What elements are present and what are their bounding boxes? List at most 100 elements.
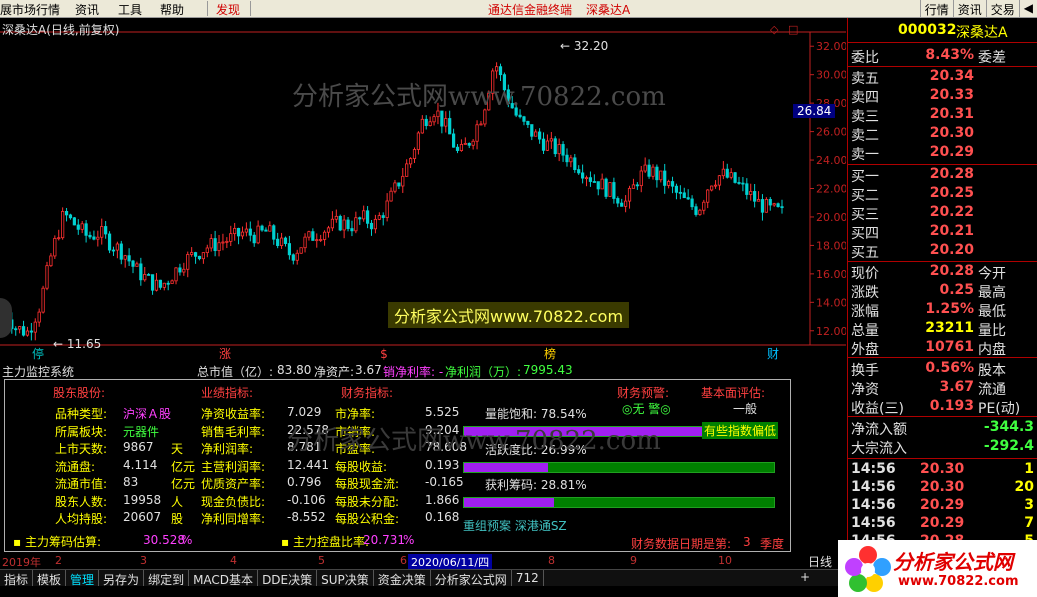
bid-row[interactable]: 买四 20.21 [848,223,1037,242]
main-chip-label: ▪ 主力筹码估算: [13,535,101,549]
flow-row[interactable]: 净流入额 -344.3 [848,419,1037,438]
x-period-label: 3 [140,554,147,567]
stock-row-unit: 人 [171,494,184,509]
candle-up [334,215,338,220]
stat-row[interactable]: 涨幅 1.25% 最低 [848,301,1037,320]
candle-down [760,199,765,213]
ask-row[interactable]: 卖三 20.31 [848,106,1037,125]
candle-down [311,231,315,241]
news-button[interactable]: 资讯 [952,0,986,18]
finance-row-label: 每股未分配: [335,494,400,509]
candle-down [577,169,581,174]
tick-time: 14:56 [851,497,896,513]
period-selector[interactable]: 日线 [808,553,832,570]
ask-row[interactable]: 卖四 20.33 [848,87,1037,106]
tab-macd[interactable]: MACD基本 [189,570,259,587]
chart-options-icon[interactable]: ◇ [770,23,778,36]
candle-down [440,110,444,127]
candle-up [401,175,405,187]
chart-title: 深桑达A(日线,前复权) [2,23,120,37]
stat-row[interactable]: 涨跌 0.25 最高 [848,282,1037,301]
candle-down [526,120,530,125]
share-row[interactable]: 净资 3.67 流通 [848,379,1037,398]
tab-fund[interactable]: 资金决策 [374,570,431,587]
candle-up [667,181,671,186]
menu-tools[interactable]: 工具 [118,1,142,18]
candle-up [639,170,643,187]
candle-up [764,199,768,213]
tick-price: 20.30 [920,461,965,477]
candle-down [616,198,620,204]
candle-down [530,124,534,137]
bid-row[interactable]: 买二 20.25 [848,185,1037,204]
candle-up [706,189,710,203]
header-business: 业绩指标: [201,386,254,400]
chart-expand-icon[interactable]: □ [788,23,798,36]
tab-712[interactable]: 712 [512,570,544,586]
tick-time: 14:56 [851,479,896,495]
event-marker: $ [380,347,388,361]
bid-row[interactable]: 买一 20.28 [848,166,1037,185]
candle-up [432,116,436,123]
tab-formula-site[interactable]: 分析家公式网 [431,570,512,587]
stat-row[interactable]: 现价 20.28 今开 [848,263,1037,282]
flow-row[interactable]: 大宗流入 -292.4 [848,438,1037,457]
trade-button[interactable]: 交易 [985,0,1019,18]
minimize-icon[interactable]: ◀ [1018,0,1037,18]
candle-down [768,199,772,206]
kline-chart-panel[interactable]: 32.0030.0028.0026.0024.0022.0020.0018.00… [0,18,846,362]
quote-button[interactable]: 行情 [919,0,953,18]
candle-down [604,178,608,197]
tab-manage[interactable]: 管理 [66,570,100,587]
date-axis[interactable]: 2019年2345672020/06/11/四8910 [0,554,846,570]
y-tick-label: 20.00 [816,211,846,224]
tick-volume: 1 [1024,461,1034,477]
candle-up [240,231,245,237]
candle-up [256,225,260,244]
candle-down [733,172,737,183]
menu-market[interactable]: 展市场行情 [0,1,60,18]
share-row[interactable]: 收益(三) 0.193 PE(动) [848,398,1037,417]
stat-row[interactable]: 外盘 10761 内盘 [848,339,1037,358]
ask-row[interactable]: 卖二 20.30 [848,125,1037,144]
x-period-label: 2020/06/11/四 [408,554,493,570]
finance-row-value: 0.168 [425,510,460,524]
tab-save-as[interactable]: 另存为 [99,570,145,587]
candle-up [471,140,475,146]
add-icon[interactable]: + [800,570,810,584]
tick-price: 20.30 [920,479,965,495]
tab-bind-to[interactable]: 绑定到 [144,570,190,587]
bid-row-label: 买五 [851,245,879,261]
candle-up [299,247,303,254]
report-label: 财务数据日期是第: [631,537,732,551]
candle-up [135,263,139,267]
ask-row[interactable]: 卖五 20.34 [848,68,1037,87]
stat-row-value: 10761 [925,339,974,355]
tab-template[interactable]: 模板 [33,570,67,587]
candle-up [545,140,550,151]
stat-row-value: 20.28 [929,263,974,279]
menu-news[interactable]: 资讯 [75,1,99,18]
site-ad[interactable]: 分析家公式网 www.70822.com [838,540,1037,597]
tab-dde[interactable]: DDE决策 [258,570,318,587]
business-row-label: 优质资产率: [201,477,266,491]
candle-up [713,184,718,187]
stat-row[interactable]: 总量 23211 量比 [848,320,1037,339]
tab-indicator[interactable]: 指标 [0,570,34,587]
candle-down [119,243,123,260]
bid-row[interactable]: 买三 20.22 [848,204,1037,223]
candle-up [549,138,553,142]
tab-sup[interactable]: SUP决策 [317,570,374,587]
ask-row[interactable]: 卖一 20.29 [848,144,1037,163]
menu-help[interactable]: 帮助 [160,1,184,18]
candle-down [139,263,143,281]
stock-row-value: 9867 [123,440,154,454]
ask-row-value: 20.33 [929,87,974,103]
candle-down [21,326,26,336]
share-row[interactable]: 换手 0.56% 股本 [848,360,1037,379]
left-scroll-handle[interactable] [0,298,12,338]
bid-row[interactable]: 买五 20.20 [848,242,1037,261]
tick-price: 20.29 [920,497,965,513]
candle-up [389,190,393,202]
menu-discover[interactable]: 发现 [216,1,240,18]
